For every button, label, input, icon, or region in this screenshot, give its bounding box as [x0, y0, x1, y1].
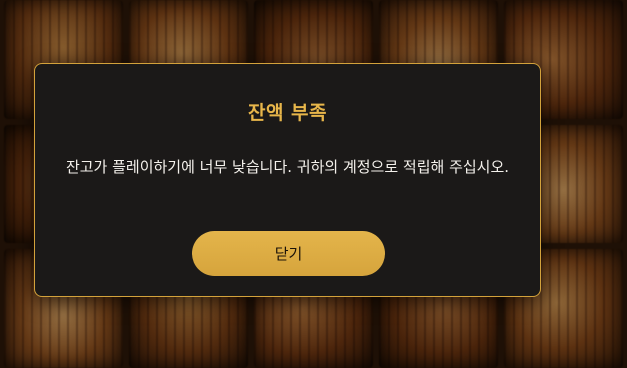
dialog-message: 잔고가 플레이하기에 너무 낮습니다. 귀하의 계정으로 적립해 주십시오.	[65, 158, 510, 176]
insufficient-balance-dialog: 잔액 부족 잔고가 플레이하기에 너무 낮습니다. 귀하의 계정으로 적립해 주…	[34, 63, 541, 297]
game-screen: 잔액 부족 잔고가 플레이하기에 너무 낮습니다. 귀하의 계정으로 적립해 주…	[0, 0, 627, 368]
close-button[interactable]: 닫기	[192, 231, 385, 276]
dialog-title: 잔액 부족	[247, 102, 328, 124]
